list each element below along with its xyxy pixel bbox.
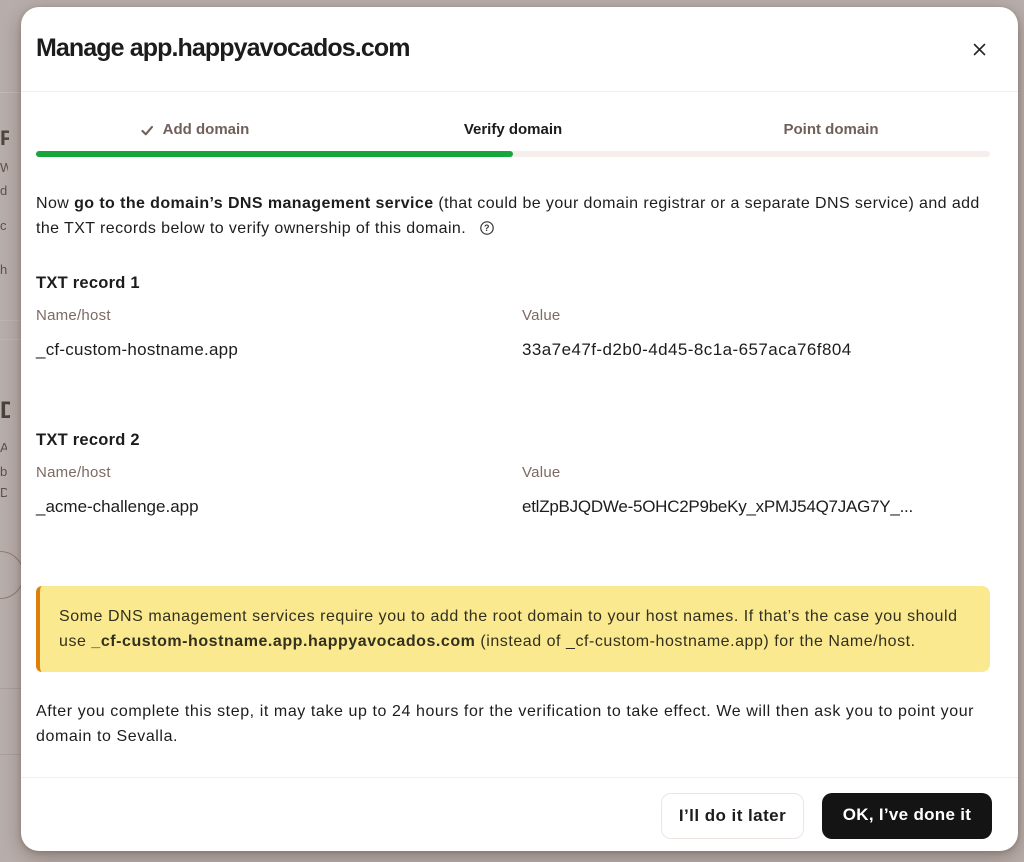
svg-text:?: ?: [484, 223, 490, 233]
